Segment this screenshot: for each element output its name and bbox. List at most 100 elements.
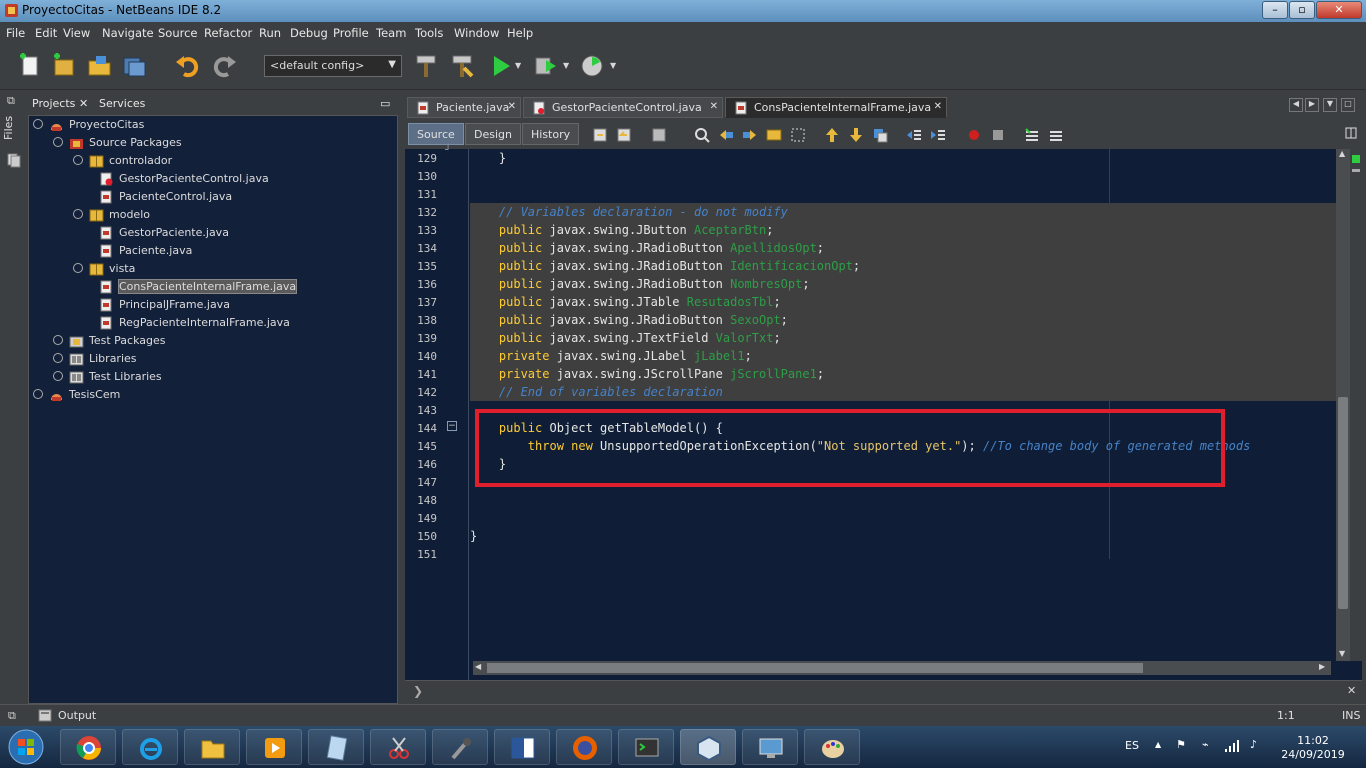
horizontal-scroll-thumb[interactable] [487,663,1143,673]
scroll-tabs-right-icon[interactable]: ▶ [1305,98,1319,112]
tree-node[interactable]: Paciente.java [93,242,389,260]
menu-file[interactable]: File [6,26,25,40]
new-project-icon[interactable] [50,52,78,80]
clean-build-icon[interactable] [448,52,476,80]
tree-toggle-icon[interactable] [53,137,63,147]
design-view-button[interactable]: Design [465,123,521,145]
tree-node[interactable]: modelo [73,206,389,224]
tree-toggle-icon[interactable] [53,353,63,363]
show-hidden-icons-icon[interactable]: ▲ [1155,740,1161,749]
tree-node[interactable]: GestorPaciente.java [93,224,389,242]
tree-node[interactable]: ConsPacienteInternalFrame.java [93,278,389,296]
tree-node[interactable]: Test Libraries [53,368,389,386]
toggle-highlight-icon[interactable] [765,126,783,144]
history-view-button[interactable]: History [522,123,580,145]
profile-dropdown-chevron-icon[interactable]: ▼ [610,61,616,70]
horizontal-scrollbar[interactable]: ◀ ▶ [473,661,1331,675]
open-project-icon[interactable] [86,52,114,80]
action-center-flag-icon[interactable]: ⚑ [1176,738,1186,751]
debug-project-icon[interactable] [532,52,560,80]
expand-arrow-icon[interactable]: ❯ [413,684,423,698]
menu-profile[interactable]: Profile [333,26,369,40]
find-previous-icon[interactable] [717,126,735,144]
tree-node[interactable]: Source Packages [53,134,389,152]
tree-node[interactable]: Test Packages [53,332,389,350]
menu-refactor[interactable]: Refactor [204,26,252,40]
tree-toggle-icon[interactable] [33,119,43,129]
forward-icon[interactable] [650,126,668,144]
taskbar-microphone[interactable] [432,729,488,765]
taskbar-remote-desktop[interactable] [742,729,798,765]
menu-edit[interactable]: Edit [35,26,57,40]
close-tab-icon[interactable]: ✕ [934,101,942,112]
undo-icon[interactable] [174,52,202,80]
tab-projects[interactable]: Projects [32,97,75,110]
shift-right-icon[interactable] [929,126,947,144]
close-notification-icon[interactable]: ✕ [1347,684,1356,697]
menu-debug[interactable]: Debug [290,26,328,40]
taskbar-notes[interactable] [308,729,364,765]
new-file-icon[interactable] [16,52,44,80]
start-button-icon[interactable] [6,728,46,766]
maximize-editor-icon[interactable]: □ [1341,98,1355,112]
redo-icon[interactable] [210,52,238,80]
taskbar-internet-explorer[interactable] [122,729,178,765]
tree-toggle-icon[interactable] [33,389,43,399]
taskbar-chrome[interactable] [60,729,116,765]
code-editor[interactable]: 129 130 131 132 133 134 135 136 137 138 139 140 141 1… [405,145,1362,680]
menu-help[interactable]: Help [507,26,533,40]
close-tab-icon[interactable]: ✕ [710,101,718,112]
save-all-icon[interactable] [120,52,148,80]
signal-strength-icon[interactable] [1224,740,1240,752]
taskbar-file-explorer[interactable] [184,729,240,765]
menu-tools[interactable]: Tools [415,26,443,40]
profile-project-icon[interactable] [578,52,606,80]
taskbar-snipping-tool[interactable] [370,729,426,765]
next-bookmark-icon[interactable] [847,126,865,144]
run-dropdown-chevron-icon[interactable]: ▼ [515,61,521,70]
collapse-method-icon[interactable]: − [447,421,457,431]
rectangular-selection-icon[interactable] [789,126,807,144]
find-icon[interactable] [693,126,711,144]
scroll-left-icon[interactable]: ◀ [475,662,481,671]
stop-macro-recording-icon[interactable] [989,126,1007,144]
back-icon[interactable] [615,126,633,144]
tree-node[interactable]: ProyectoCitas [33,116,389,134]
tree-toggle-icon[interactable] [53,335,63,345]
run-project-icon[interactable] [487,52,515,80]
close-tab-icon[interactable]: ✕ [508,101,516,112]
comment-icon[interactable] [1023,126,1041,144]
tree-node[interactable]: PrincipalJFrame.java [93,296,389,314]
tree-node[interactable]: RegPacienteInternalFrame.java [93,314,389,332]
input-language[interactable]: ES [1125,739,1139,752]
taskbar-word[interactable] [494,729,550,765]
previous-bookmark-icon[interactable] [823,126,841,144]
minimize-button[interactable]: – [1262,1,1288,19]
network-icon[interactable]: ⌁ [1202,738,1209,751]
menu-team[interactable]: Team [376,26,406,40]
vertical-scroll-thumb[interactable] [1338,397,1348,609]
tree-node[interactable]: GestorPacienteControl.java [93,170,389,188]
build-project-icon[interactable] [412,52,440,80]
restore-window-group-icon[interactable]: ⧉ [7,94,15,108]
menu-run[interactable]: Run [259,26,281,40]
scroll-down-icon[interactable]: ▼ [1339,649,1345,658]
start-macro-recording-icon[interactable] [965,126,983,144]
tree-node[interactable]: PacienteControl.java [93,188,389,206]
menu-window[interactable]: Window [454,26,499,40]
vertical-scrollbar[interactable]: ▲ ▼ [1336,149,1350,661]
uncomment-icon[interactable] [1047,126,1065,144]
taskbar-terminal[interactable] [618,729,674,765]
show-opened-documents-icon[interactable]: ▼ [1323,98,1337,112]
scroll-up-icon[interactable]: ▲ [1339,149,1345,158]
taskbar-virtualbox[interactable] [680,729,736,765]
close-projects-tab-icon[interactable]: ✕ [79,97,88,110]
split-editor-icon[interactable] [1345,127,1357,139]
taskbar-firefox[interactable] [556,729,612,765]
tree-node[interactable]: controlador [73,152,389,170]
menu-source[interactable]: Source [158,26,198,40]
maximize-button[interactable]: ▫ [1289,1,1315,19]
tab-gestorpacientecontrol-java[interactable]: GestorPacienteControl.java ✕ [523,97,723,118]
configuration-dropdown[interactable]: <default config> ▼ [264,55,402,77]
tree-node[interactable]: TesisCem [33,386,389,404]
